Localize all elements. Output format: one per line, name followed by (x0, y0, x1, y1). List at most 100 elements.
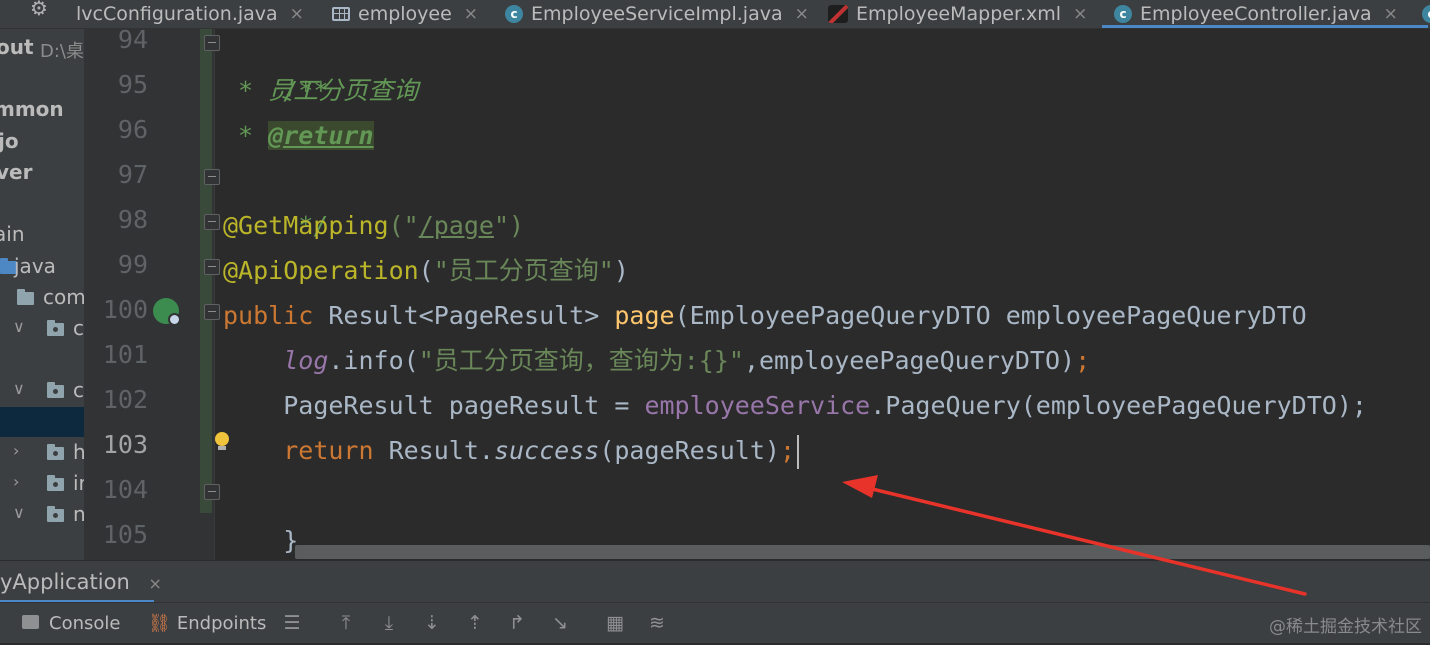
tab-mvc-configuration[interactable]: lvcConfiguration.java × (76, 0, 304, 28)
chevron-right-icon[interactable]: › (13, 441, 19, 460)
code-line-96: * @return (223, 113, 374, 158)
close-icon[interactable]: × (1384, 4, 1398, 24)
project-root-path: D:\桌 (40, 41, 84, 62)
arguments: (pageResult) (599, 436, 780, 465)
web-endpoint-gutter-icon[interactable] (153, 298, 181, 326)
tree-item-pojo[interactable]: jo (0, 129, 19, 153)
method-name: page (614, 301, 675, 330)
punctuation: (" (388, 211, 419, 240)
semicolon: ; (1075, 346, 1091, 375)
mapping-path-link[interactable]: /page (419, 211, 494, 240)
close-icon[interactable]: × (290, 4, 304, 24)
table-icon[interactable]: ▦ (603, 611, 627, 635)
code-line-103: return Result.success(pageResult); (223, 428, 799, 473)
tab-label: employee (358, 3, 452, 25)
declaration: PageResult pageResult = (283, 391, 645, 420)
chevron-down-icon[interactable]: ∨ (13, 379, 25, 398)
tab-label: EmployeeServiceImpl.java (531, 3, 783, 25)
semicolon: ; (779, 436, 795, 465)
class-reference: Result. (373, 436, 494, 465)
java-class-icon[interactable]: c (1422, 5, 1430, 23)
tree-item-java[interactable]: java (14, 254, 56, 278)
chevron-down-icon[interactable]: ∨ (13, 317, 25, 336)
keyword: return (283, 436, 374, 465)
run-config-tab[interactable]: yApplication × (0, 561, 162, 603)
punctuation: ( (418, 256, 434, 285)
tree-item-package[interactable]: c (73, 316, 84, 340)
tree-item-main[interactable]: ain (0, 222, 25, 246)
step-out-icon[interactable]: ⇡ (463, 611, 487, 635)
editor-gutter: 94 95 96 97 98 99 100 101 102 103 104 10… (84, 25, 215, 560)
tab-employee-table[interactable]: employee × (332, 0, 478, 28)
code-line-100: public Result<PageResult> page(EmployeeP… (223, 293, 1307, 338)
endpoints-icon: ⛓ (148, 613, 171, 634)
line-number: 101 (102, 340, 148, 369)
package-icon (47, 506, 64, 522)
close-icon[interactable]: × (795, 4, 809, 24)
method-call: .PageQuery(employeePageQueryDTO); (870, 391, 1367, 420)
run-toolbar: Console ⛓ Endpoints ☰ ⤒ ⤓ ⇣ ⇡ ↱ ↘ ▦ ≋ (0, 602, 1430, 643)
javadoc-return-tag[interactable]: @return (268, 121, 374, 150)
java-class-icon: c (1114, 5, 1132, 23)
endpoints-label: Endpoints (176, 613, 267, 634)
line-number: 99 (117, 250, 148, 279)
tab-employee-mapper[interactable]: EmployeeMapper.xml × (828, 0, 1087, 28)
run-to-cursor-icon[interactable]: ↱ (505, 611, 529, 635)
text-caret (797, 435, 799, 469)
punctuation: ) (613, 256, 629, 285)
horizontal-scrollbar[interactable] (295, 545, 1430, 559)
step-over-icon[interactable]: ⤓ (377, 611, 401, 635)
tab-label: EmployeeMapper.xml (856, 3, 1062, 25)
step-into-icon[interactable]: ⇣ (420, 611, 444, 635)
project-root-label[interactable]: out (0, 35, 34, 59)
line-number: 102 (102, 385, 148, 414)
selected-tree-row[interactable] (0, 407, 84, 437)
tree-item-com[interactable]: com (43, 285, 84, 309)
code-line-98: @GetMapping("/page") (223, 203, 524, 248)
line-number: 96 (117, 115, 148, 144)
chevron-right-icon[interactable]: › (13, 472, 19, 491)
tree-item-common[interactable]: mmon (0, 97, 64, 121)
editor-tab-bar: ⚙ lvcConfiguration.java × employee × c E… (0, 0, 1430, 29)
endpoints-tab[interactable]: ⛓ Endpoints (148, 603, 266, 643)
menu-icon[interactable]: ☰ (280, 611, 304, 635)
settings-list-icon[interactable]: ≋ (645, 611, 669, 635)
watermark: @稀土掘金技术社区 (1269, 617, 1422, 637)
annotation: @ApiOperation (223, 256, 419, 285)
code-line-104: } (223, 473, 298, 555)
static-method: success (493, 436, 600, 465)
annotation: @GetMapping (223, 211, 389, 240)
close-icon[interactable]: × (1073, 4, 1087, 24)
service-field: employeeService (644, 391, 871, 420)
close-icon[interactable]: × (464, 4, 478, 24)
string-literal: "员工分页查询" (433, 256, 614, 285)
package-icon (47, 382, 64, 398)
console-label: Console (49, 613, 121, 634)
parameter-list: (EmployeePageQueryDTO employeePageQueryD… (674, 301, 1307, 330)
tab-employee-service-impl[interactable]: c EmployeeServiceImpl.java × (505, 0, 809, 28)
log-field: log (283, 346, 329, 375)
tree-item-package[interactable]: c (73, 378, 84, 402)
punctuation: ") (493, 211, 525, 240)
tree-item-server[interactable]: ver (0, 160, 32, 184)
run-panel-header: yApplication × (0, 560, 1430, 603)
code-line-97: */ (223, 158, 328, 240)
console-tab[interactable]: Console (22, 603, 120, 643)
java-class-icon: c (505, 5, 523, 23)
line-number: 94 (117, 25, 148, 54)
close-icon[interactable]: × (148, 574, 161, 593)
arguments: ,employeePageQueryDTO) (743, 346, 1076, 375)
code-editor[interactable]: /** * 员工分页查询 * @return */ @GetMapping("/… (215, 29, 1430, 560)
folder-icon (17, 289, 34, 305)
evaluate-icon[interactable]: ↘ (548, 611, 572, 635)
doc-comment: * (223, 76, 269, 105)
tab-label: lvcConfiguration.java (76, 3, 278, 25)
run-config-label: yApplication (0, 570, 130, 594)
tab-employee-controller[interactable]: c EmployeeController.java × (1102, 0, 1428, 28)
chevron-down-icon[interactable]: ∨ (13, 503, 25, 522)
show-execution-point-icon[interactable]: ⤒ (334, 611, 358, 635)
gear-icon[interactable]: ⚙ (30, 0, 48, 20)
doc-comment: * (223, 121, 269, 150)
line-number: 95 (117, 70, 148, 99)
